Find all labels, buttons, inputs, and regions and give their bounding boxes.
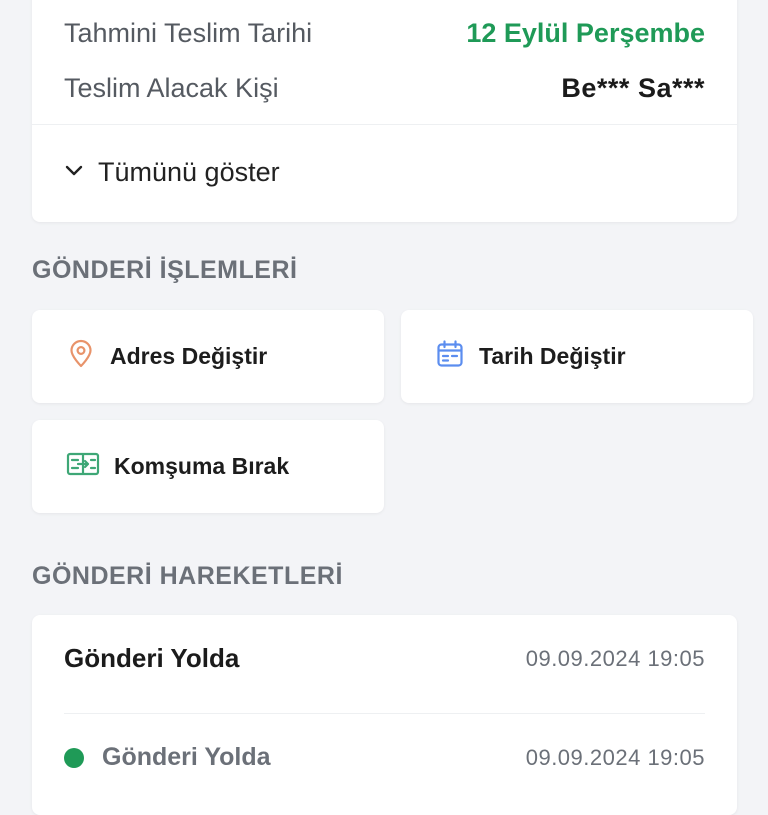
recipient-row: Teslim Alacak Kişi Be*** Sa*** [64, 68, 705, 108]
chevron-down-icon [64, 157, 84, 188]
estimated-delivery-value: 12 Eylül Perşembe [466, 17, 705, 48]
show-all-label: Tümünü göster [98, 156, 280, 187]
status-dot-icon [64, 747, 84, 768]
movement-event-datetime: 09.09.2024 19:05 [525, 744, 705, 770]
movements-card: Gönderi Yolda 09.09.2024 19:05 Gönderi Y… [32, 615, 737, 815]
leave-with-neighbor-label: Komşuma Bırak [114, 453, 290, 479]
movements-header-datetime: 09.09.2024 19:05 [525, 645, 705, 671]
movements-header: Gönderi Yolda 09.09.2024 19:05 [64, 643, 705, 674]
neighbor-transfer-icon [66, 449, 100, 485]
estimated-delivery-row: Tahmini Teslim Tarihi 12 Eylül Perşembe [64, 13, 705, 53]
recipient-label: Teslim Alacak Kişi [64, 72, 279, 103]
calendar-icon [435, 339, 465, 375]
movements-divider [64, 713, 705, 714]
show-all-button[interactable]: Tümünü göster [64, 152, 280, 192]
location-pin-icon [66, 339, 96, 375]
delivery-info-card: Tahmini Teslim Tarihi 12 Eylül Perşembe … [32, 0, 737, 222]
movements-header-title: Gönderi Yolda [64, 643, 240, 673]
info-divider [32, 124, 737, 125]
actions-section-title: GÖNDERİ İŞLEMLERİ [32, 256, 298, 284]
change-date-label: Tarih Değiştir [479, 343, 626, 369]
change-address-label: Adres Değiştir [110, 343, 268, 369]
change-address-button[interactable]: Adres Değiştir [32, 310, 384, 403]
change-date-button[interactable]: Tarih Değiştir [401, 310, 753, 403]
movements-section-title: GÖNDERİ HAREKETLERİ [32, 562, 343, 590]
recipient-value: Be*** Sa*** [561, 72, 705, 103]
leave-with-neighbor-button[interactable]: Komşuma Bırak [32, 420, 384, 513]
estimated-delivery-label: Tahmini Teslim Tarihi [64, 17, 313, 48]
